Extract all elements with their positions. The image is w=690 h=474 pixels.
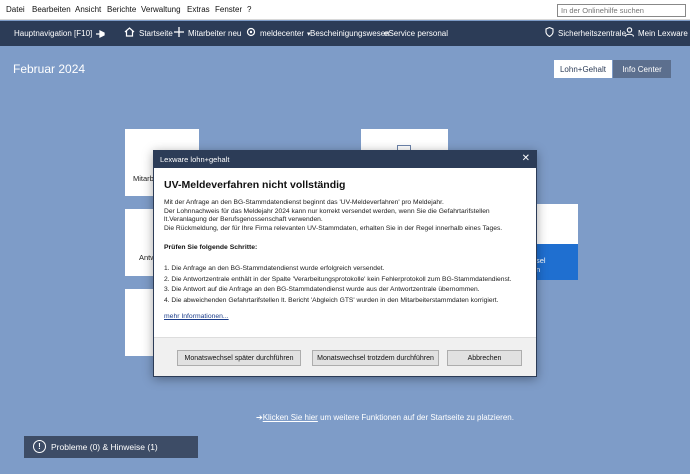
shield-icon (545, 26, 554, 40)
close-icon[interactable]: ✕ (522, 154, 530, 164)
tile-mitarbeiter-label: Mitarb (133, 174, 154, 183)
step-item: 4. Die abweichenden Gefahrtarifstellen l… (164, 296, 499, 304)
startseite-button[interactable]: Startseite (124, 21, 173, 46)
monatswechsel-trotzdem-button[interactable]: Monatswechsel trotzdem durchführen (312, 350, 439, 366)
sicherheitszentrale-button[interactable]: Sicherheitszentrale (545, 21, 626, 46)
home-icon (124, 27, 135, 40)
eservice-label: eService personal (384, 29, 449, 38)
exclamation-icon: ! (33, 440, 46, 453)
menu-berichte[interactable]: Berichte (107, 5, 136, 14)
probleme-hinweise-button[interactable]: ! Probleme (0) & Hinweise (1) (24, 436, 198, 458)
tile-monatswechsel-label: sel (536, 256, 546, 265)
menu-verwaltung[interactable]: Verwaltung (141, 5, 181, 14)
meldecenter-label: meldecenter (260, 29, 305, 38)
startseite-label: Startseite (139, 29, 173, 38)
tab-info-center[interactable]: Info Center (613, 60, 671, 78)
online-help-search-input[interactable]: In der Onlinehilfe suchen (557, 4, 686, 17)
step-item: 1. Die Anfrage an den BG-Stammdatendiens… (164, 265, 385, 272)
menu-bearbeiten[interactable]: Bearbeiten (32, 5, 71, 14)
meldecenter-button[interactable]: meldecenter ▾ (246, 21, 311, 46)
menu-extras[interactable]: Extras (187, 5, 210, 14)
uv-meldeverfahren-dialog: Lexware lohn+gehalt ✕ UV-Meldeverfahren … (153, 150, 537, 377)
page-title: Februar 2024 (13, 62, 86, 76)
menu-ansicht[interactable]: Ansicht (75, 5, 101, 14)
add-functions-hint: ➔Klicken Sie hier um weitere Funktionen … (256, 413, 514, 422)
mehr-informationen-link[interactable]: mehr Informationen... (164, 313, 229, 320)
dialog-footer: Monatswechsel später durchführen Monatsw… (154, 337, 536, 376)
klicken-sie-hier-link[interactable]: Klicken Sie hier (263, 413, 318, 422)
plus-icon (174, 27, 184, 40)
steps-list: 1. Die Anfrage an den BG-Stammdatendiens… (164, 264, 529, 306)
abbrechen-button[interactable]: Abbrechen (447, 350, 522, 366)
dialog-title: Lexware lohn+gehalt (160, 155, 230, 164)
menu-help[interactable]: ? (247, 5, 251, 14)
step-item: 2. Die Antwortzentrale enthält in der Sp… (164, 275, 512, 283)
mein-lexware-button[interactable]: Mein Lexware (624, 21, 688, 46)
user-icon (624, 27, 635, 40)
dialog-body-line: Die Rückmeldung, der für Ihre Firma rele… (164, 224, 503, 232)
steps-title: Prüfen Sie folgende Schritte: (164, 244, 258, 251)
mein-lexware-label: Mein Lexware (638, 29, 688, 38)
hint-text: um weitere Funktionen auf der Startseite… (317, 413, 514, 422)
tab-lohn-gehalt[interactable]: Lohn+Gehalt (554, 60, 612, 78)
sicherheitszentrale-label: Sicherheitszentrale (558, 29, 627, 38)
bescheinigungswesen-button[interactable]: Bescheinigungswesen (310, 21, 390, 46)
menu-fenster[interactable]: Fenster (215, 5, 242, 14)
pin-icon[interactable] (95, 21, 107, 46)
monatswechsel-spaeter-button[interactable]: Monatswechsel später durchführen (177, 350, 301, 366)
menu-bar: Datei Bearbeiten Ansicht Berichte Verwal… (0, 0, 690, 20)
mitarbeiter-neu-label: Mitarbeiter neu (188, 29, 242, 38)
step-item: 3. Die Antwort auf die Anfrage an den BG… (164, 286, 480, 293)
hauptnavigation-button[interactable]: Hauptnavigation [F10] (14, 21, 92, 46)
dialog-body: Mit der Anfrage an den BG-Stammdatendien… (164, 199, 529, 233)
dialog-heading: UV-Meldeverfahren nicht vollständig (164, 179, 346, 191)
bescheinigungswesen-label: Bescheinigungswesen (310, 29, 390, 38)
arrow-right-icon: ➔ (256, 413, 263, 422)
hauptnavigation-label: Hauptnavigation [F10] (14, 29, 93, 38)
menu-datei[interactable]: Datei (6, 5, 25, 14)
dialog-titlebar: Lexware lohn+gehalt ✕ (154, 151, 536, 168)
mitarbeiter-neu-button[interactable]: Mitarbeiter neu (174, 21, 241, 46)
eservice-button[interactable]: eService personal (384, 21, 448, 46)
main-navbar: Hauptnavigation [F10] Startseite Mitarbe… (0, 21, 690, 46)
dialog-body-line: Mit der Anfrage an den BG-Stammdatendien… (164, 199, 444, 206)
satellite-icon (246, 27, 256, 40)
dialog-body-line: Der Lohnnachweis für das Meldejahr 2024 … (164, 207, 490, 224)
probleme-hinweise-label: Probleme (0) & Hinweise (1) (51, 442, 158, 452)
